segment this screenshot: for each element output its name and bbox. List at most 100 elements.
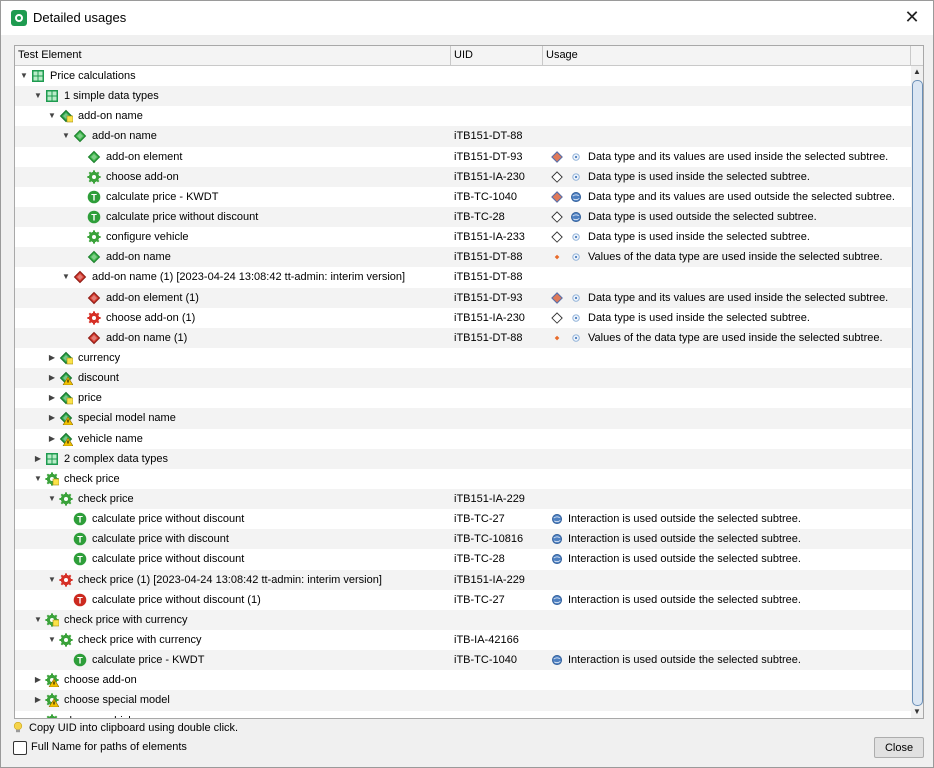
table-row[interactable]: Tcalculate price - KWDT iTB-TC-1040 Intera…	[15, 650, 911, 671]
uid-cell[interactable]: iTB151-IA-230	[454, 308, 525, 328]
column-header-uid[interactable]: UID	[451, 46, 543, 65]
test-case-icon: T	[87, 190, 101, 204]
collapse-toggle-icon[interactable]: ▼	[33, 469, 43, 489]
test-element-label: vehicle name	[78, 432, 143, 445]
outside-subtree-icon	[552, 534, 563, 545]
lightbulb-icon	[13, 722, 23, 733]
table-row[interactable]: ▼ add-on name iTB151-DT-88	[15, 126, 911, 147]
table-row[interactable]: choose add-on (1) iTB151-IA-230 Data type …	[15, 308, 911, 328]
table-row[interactable]: ▶ 2 complex data types	[15, 448, 911, 469]
uid-cell[interactable]: iTB151-IA-233	[454, 227, 525, 247]
uid-cell[interactable]: iTB151-DT-88	[454, 247, 522, 267]
table-row[interactable]: ▼ 1 simple data types	[15, 86, 911, 107]
expand-toggle-icon[interactable]: ▶	[33, 690, 43, 710]
data-type-group-warning-icon	[59, 432, 73, 446]
title-bar: Detailed usages ✕	[1, 1, 933, 35]
uid-cell[interactable]: iTB-TC-28	[454, 549, 505, 569]
expand-toggle-icon[interactable]: ▶	[47, 408, 57, 428]
table-row[interactable]: ▼ check price	[15, 469, 911, 489]
table-row[interactable]: ▼ check price with currency iTB-IA-42166	[15, 630, 911, 650]
uid-cell[interactable]: iTB151-IA-229	[454, 489, 525, 509]
column-header-usage[interactable]: Usage	[543, 46, 911, 65]
collapse-toggle-icon[interactable]: ▼	[47, 630, 57, 650]
column-header-test-element[interactable]: Test Element	[15, 46, 451, 65]
uid-cell[interactable]: iTB-TC-10816	[454, 529, 523, 549]
expand-toggle-icon[interactable]: ▶	[47, 388, 57, 408]
collapse-toggle-icon[interactable]: ▼	[47, 570, 57, 590]
table-row[interactable]: ▼ check price (1) [2023-04-24 13:08:42 tt…	[15, 569, 911, 590]
table-row[interactable]: ▼ Price calculations	[15, 66, 911, 86]
table-row[interactable]: ▼ add-on name (1) [2023-04-24 13:08:42 tt…	[15, 267, 911, 287]
data-type-group-warning-icon	[59, 412, 73, 426]
table-row[interactable]: choose add-on iTB151-IA-230 Data type is u…	[15, 166, 911, 187]
expand-toggle-icon[interactable]: ▶	[47, 348, 57, 368]
vertical-scrollbar[interactable]: ▲ ▼	[911, 66, 923, 718]
scrollbar-thumb[interactable]	[912, 80, 923, 706]
table-row[interactable]: add-on element (1) iTB151-DT-93 Data type …	[15, 287, 911, 308]
table-row[interactable]: ▶ price	[15, 388, 911, 408]
uid-cell[interactable]: iTB151-DT-93	[454, 288, 522, 308]
svg-text:T: T	[77, 656, 83, 666]
table-row[interactable]: ▶ discount	[15, 368, 911, 389]
expand-toggle-icon[interactable]: ▶	[47, 368, 57, 388]
uid-cell[interactable]: iTB-TC-27	[454, 590, 505, 610]
collapse-toggle-icon[interactable]: ▼	[47, 489, 57, 509]
table-row[interactable]: add-on name (1) iTB151-DT-88 Values of the…	[15, 327, 911, 348]
expand-toggle-icon[interactable]: ▶	[47, 429, 57, 449]
uid-cell[interactable]: iTB-TC-28	[454, 207, 505, 227]
table-row[interactable]: Tcalculate price without discount (1) iTB…	[15, 590, 911, 610]
table-row[interactable]: ▼ add-on name	[15, 106, 911, 126]
hint-text: Copy UID into clipboard using double cli…	[29, 722, 239, 734]
uid-cell[interactable]: iTB151-DT-88	[454, 267, 522, 287]
table-row[interactable]: ▶ special model name	[15, 408, 911, 429]
expand-toggle-icon[interactable]: ▶	[33, 670, 43, 690]
expand-toggle-icon[interactable]: ▶	[33, 449, 43, 469]
scroll-down-icon[interactable]: ▼	[911, 706, 923, 718]
close-button[interactable]: Close	[874, 737, 924, 758]
interaction-group-warning-icon	[45, 693, 59, 708]
table-row[interactable]: Tcalculate price - KWDT iTB-TC-1040 Data t…	[15, 187, 911, 207]
uid-cell[interactable]: iTB-IA-42166	[454, 630, 519, 650]
table-row[interactable]: ▶ choose special model	[15, 690, 911, 711]
test-element-label: calculate price without discount	[106, 210, 259, 223]
scroll-up-icon[interactable]: ▲	[911, 66, 923, 78]
table-row[interactable]: configure vehicle iTB151-IA-233 Data type …	[15, 227, 911, 247]
collapse-toggle-icon[interactable]: ▼	[61, 267, 71, 287]
test-element-label: add-on name	[92, 130, 157, 143]
collapse-toggle-icon[interactable]: ▼	[19, 66, 29, 86]
interaction-changed-icon	[87, 311, 101, 325]
table-row[interactable]: ▶ choose add-on	[15, 670, 911, 690]
close-icon[interactable]: ✕	[901, 6, 923, 28]
uid-cell[interactable]: iTB151-DT-93	[454, 147, 522, 167]
table-row[interactable]: Tcalculate price without discount iTB-TC-…	[15, 549, 911, 569]
uid-cell[interactable]: iTB151-DT-88	[454, 126, 522, 146]
uid-cell[interactable]: iTB151-DT-88	[454, 328, 522, 348]
full-name-checkbox[interactable]	[13, 741, 27, 755]
table-row[interactable]: ▶ vehicle name	[15, 429, 911, 449]
uid-cell[interactable]: iTB-TC-1040	[454, 650, 517, 670]
uid-cell[interactable]: iTB151-IA-230	[454, 167, 525, 187]
data-type-changed-icon	[73, 271, 87, 284]
full-name-checkbox-label[interactable]: Full Name for paths of elements	[31, 741, 187, 753]
uid-cell[interactable]: iTB-TC-1040	[454, 187, 517, 207]
uid-cell[interactable]: iTB-TC-27	[454, 509, 505, 529]
interaction-changed-icon	[59, 572, 73, 587]
table-row[interactable]: Tcalculate price without discount iTB-TC-…	[15, 509, 911, 529]
table-row[interactable]: add-on element iTB151-DT-93 Data type and …	[15, 147, 911, 167]
table-row[interactable]: ▼ check price iTB151-IA-229	[15, 488, 911, 510]
table-row[interactable]: ▼ check price with currency	[15, 609, 911, 630]
collapse-toggle-icon[interactable]: ▼	[33, 610, 43, 630]
table-row[interactable]: add-on name iTB151-DT-88 Values of the dat…	[15, 247, 911, 268]
expand-toggle-icon[interactable]: ▶	[33, 711, 43, 719]
table-row[interactable]: Tcalculate price without discount iTB-TC-…	[15, 206, 911, 228]
uid-cell[interactable]: iTB151-IA-229	[454, 570, 525, 590]
collapse-toggle-icon[interactable]: ▼	[61, 126, 71, 146]
outside-subtree-icon	[571, 191, 582, 202]
test-element-label: currency	[78, 351, 121, 364]
table-row[interactable]: ▶ choose vehicle	[15, 711, 911, 719]
table-row[interactable]: ▶ currency	[15, 348, 911, 368]
inside-subtree-icon	[572, 253, 580, 262]
table-row[interactable]: Tcalculate price with discount iTB-TC-108…	[15, 529, 911, 550]
collapse-toggle-icon[interactable]: ▼	[47, 106, 57, 126]
collapse-toggle-icon[interactable]: ▼	[33, 86, 43, 106]
